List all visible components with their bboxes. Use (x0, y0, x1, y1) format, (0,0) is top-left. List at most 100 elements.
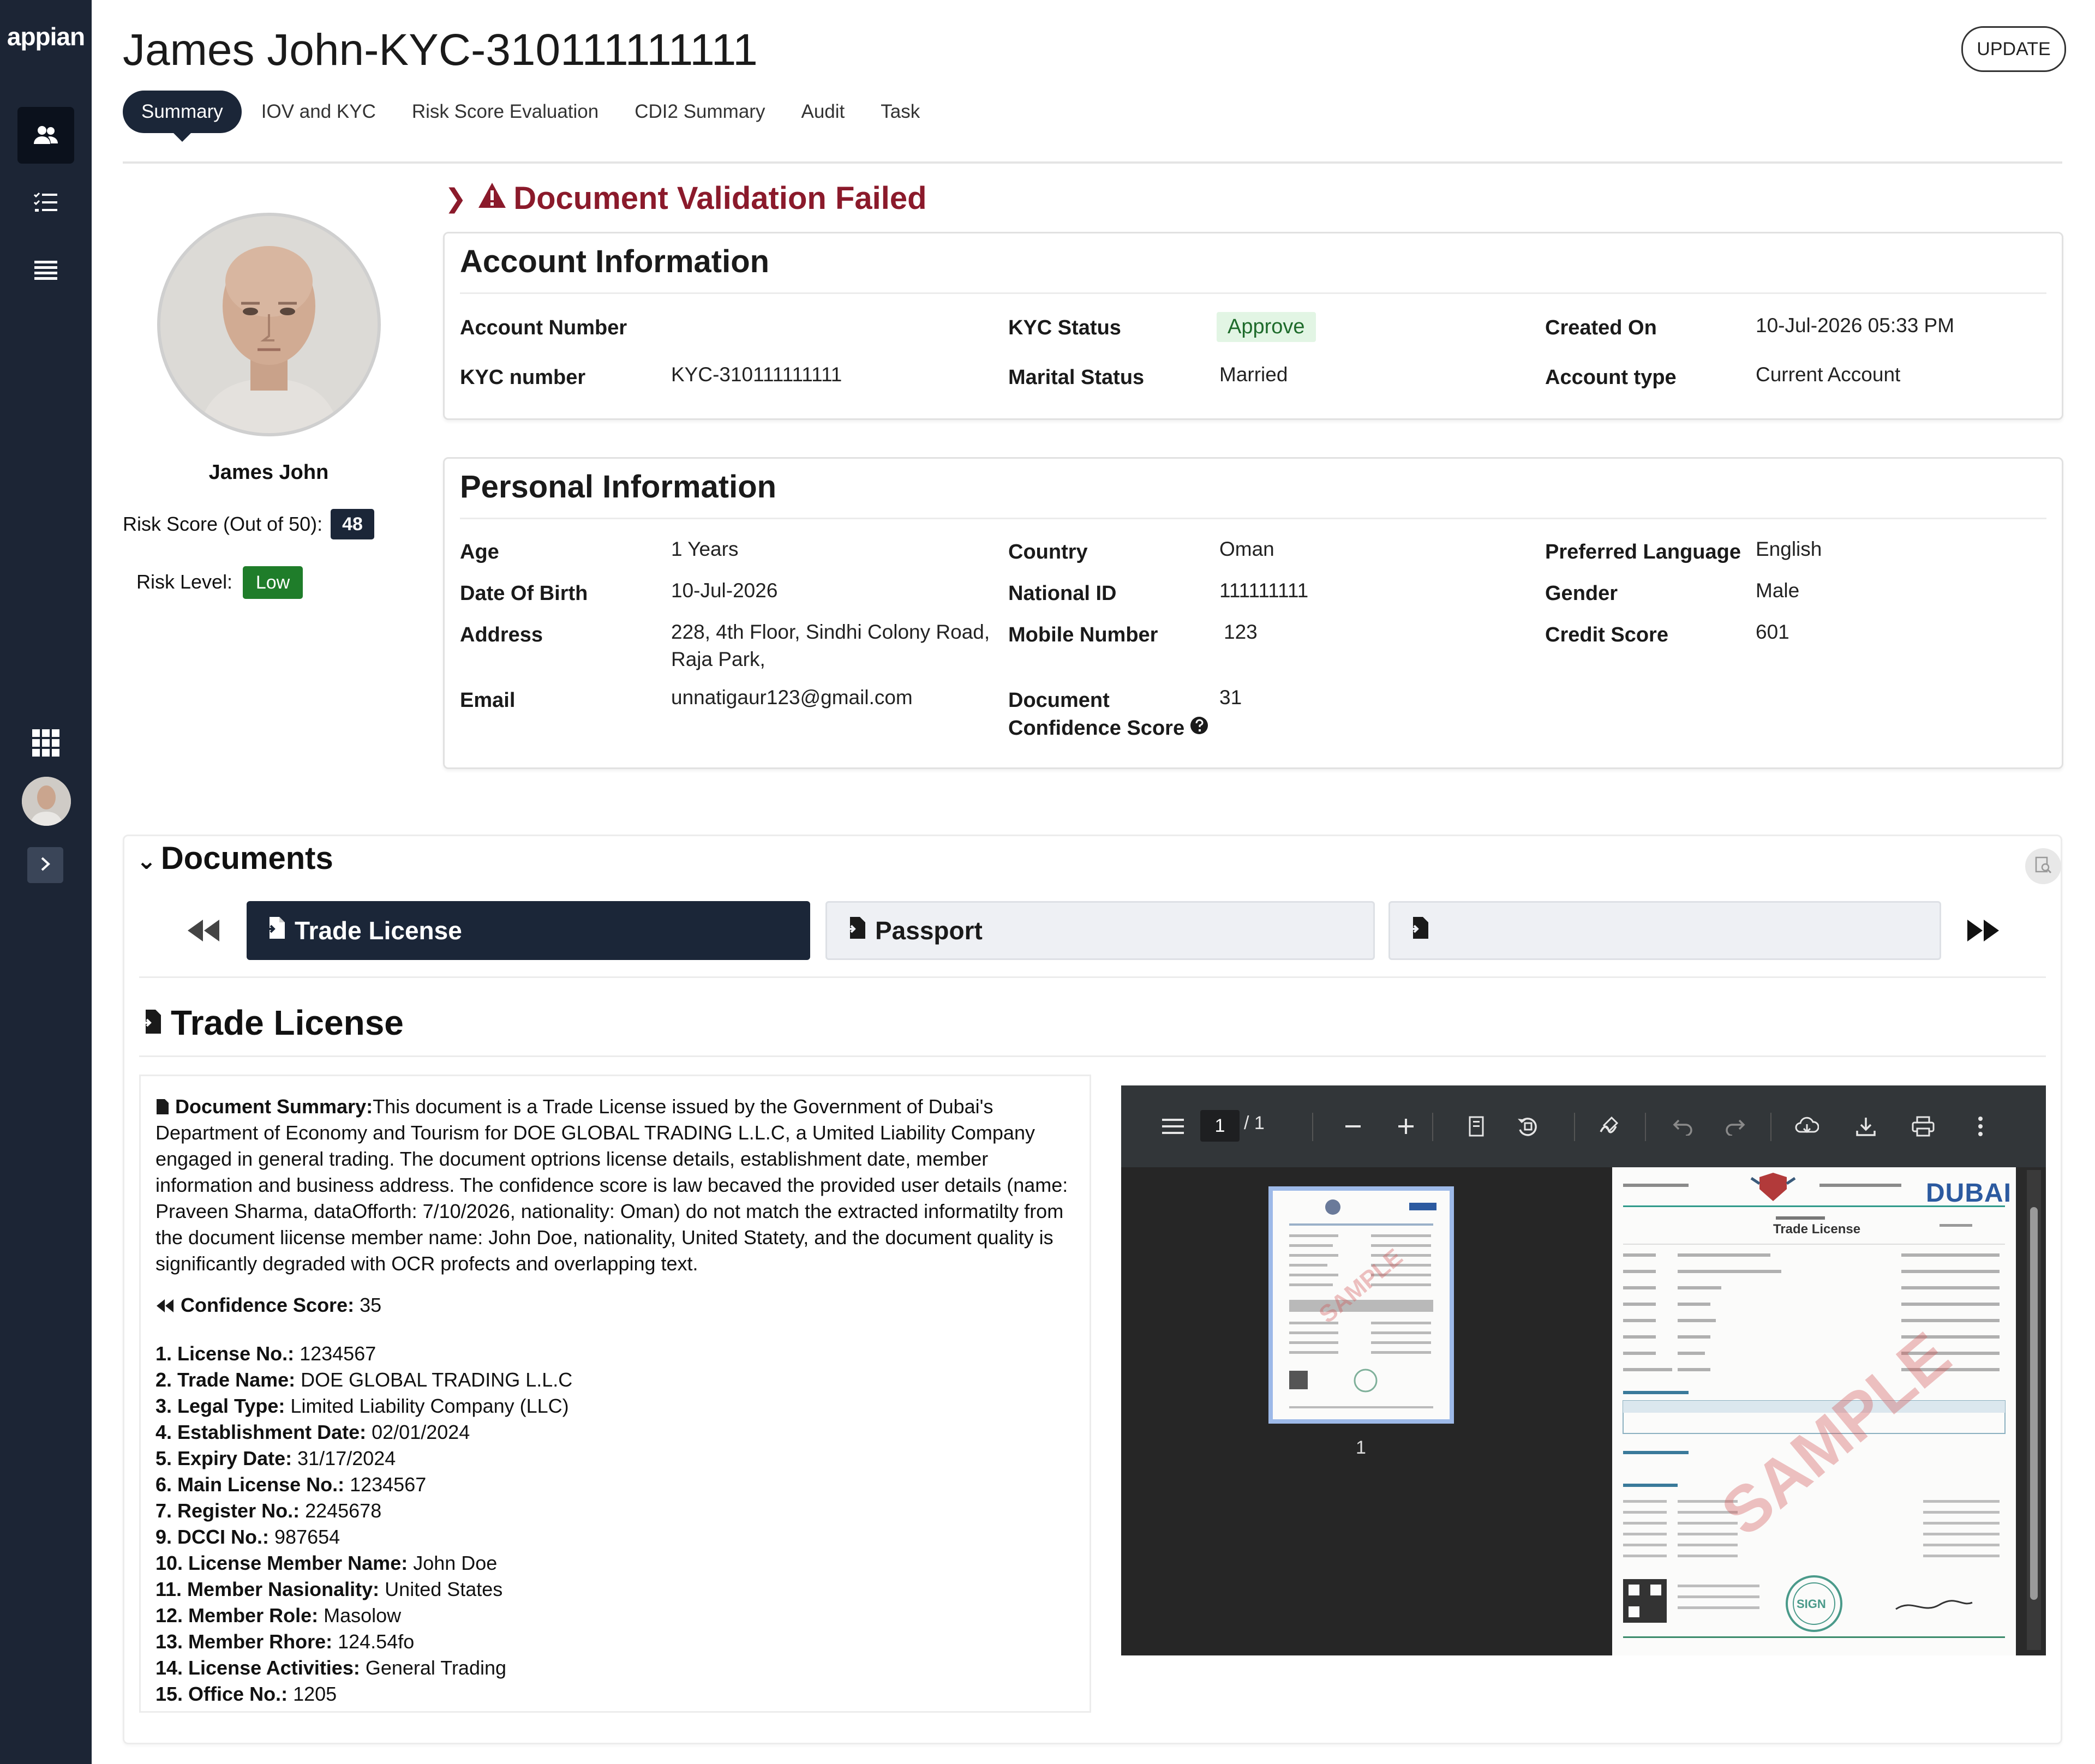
nav-users-button[interactable] (17, 107, 74, 164)
toolbar-separator (1574, 1113, 1575, 1141)
field-label: 6. Main License No.: (155, 1473, 345, 1496)
more-options-icon[interactable] (1967, 1113, 1994, 1140)
mobile-number-value: 123 (1224, 621, 1258, 643)
sidebar-menu-icon[interactable] (1159, 1113, 1187, 1140)
rotate-icon[interactable] (1514, 1113, 1541, 1140)
preferred-language-label: Preferred Language (1545, 541, 1741, 563)
field-value: General Trading (365, 1657, 507, 1679)
page-thumbnail[interactable]: SAMPLE (1268, 1186, 1454, 1424)
tab-risk-score-evaluation[interactable]: Risk Score Evaluation (412, 101, 598, 123)
field-label: 10. License Member Name: (155, 1552, 408, 1574)
dob-value: 10-Jul-2026 (671, 579, 778, 602)
field-label: 15. Office No.: (155, 1683, 288, 1705)
personal-information-title: Personal Information (460, 469, 777, 505)
country-value: Oman (1219, 538, 1274, 560)
national-id-value: 111111111 (1219, 579, 1309, 602)
list-item: 3. Legal Type: Limited Liability Company… (155, 1393, 572, 1419)
list-item: 10. License Member Name: John Doe (155, 1550, 572, 1576)
tab-audit[interactable]: Audit (801, 101, 845, 123)
zoom-out-icon[interactable] (1339, 1113, 1367, 1140)
doc-tab-unnamed[interactable] (1388, 901, 1941, 960)
user-avatar[interactable] (22, 777, 71, 826)
field-value: 02/01/2024 (372, 1421, 470, 1443)
pdf-toolbar: 1 / 1 (1121, 1085, 2046, 1167)
account-information-title: Account Information (460, 244, 770, 279)
undo-icon[interactable] (1669, 1113, 1697, 1140)
doc-tab-passport[interactable]: Passport (825, 901, 1375, 960)
redo-icon[interactable] (1721, 1113, 1749, 1140)
record-tabs: Summary IOV and KYC Risk Score Evaluatio… (123, 90, 956, 142)
list-item: 13. Member Rhore: 124.54fo (155, 1629, 572, 1655)
toolbar-separator (1645, 1113, 1646, 1141)
risk-level-badge: Low (243, 566, 303, 599)
viewer-scrollbar[interactable] (2027, 1170, 2041, 1650)
tabs-divider (139, 976, 2046, 978)
tab-iov-kyc[interactable]: IOV and KYC (261, 101, 376, 123)
validation-message: Document Validation Failed (513, 181, 927, 216)
document-summary-text: This document is a Trade License issued … (155, 1095, 1068, 1275)
tab-summary[interactable]: Summary (123, 91, 242, 142)
doc-confidence-value: 31 (1219, 686, 1242, 709)
help-icon[interactable] (1190, 716, 1208, 740)
warning-icon (477, 180, 513, 217)
download-icon[interactable] (1852, 1113, 1879, 1140)
update-button[interactable]: UPDATE (1961, 26, 2066, 72)
created-on-value: 10-Jul-2026 05:33 PM (1756, 314, 1955, 337)
document-icon (139, 1003, 171, 1043)
doc-heading: Trade License (1773, 1222, 1861, 1237)
doc-tab-trade-license[interactable]: Trade License (247, 901, 810, 960)
field-label: 5. Expiry Date: (155, 1447, 292, 1469)
field-value: 987654 (274, 1526, 340, 1548)
field-value: 2245678 (305, 1499, 382, 1522)
confidence-score: Confidence Score: 35 (155, 1294, 381, 1317)
grid-icon (32, 729, 59, 757)
field-label: 13. Member Rhore: (155, 1630, 333, 1653)
previous-document-button[interactable] (184, 915, 223, 948)
print-icon[interactable] (1910, 1113, 1937, 1140)
nav-apps-button[interactable] (17, 715, 74, 771)
validation-banner[interactable]: ❯ Document Validation Failed (445, 180, 927, 217)
gender-label: Gender (1545, 582, 1618, 605)
thumbnail-page-number: 1 (1356, 1437, 1366, 1458)
list-item: 6. Main License No.: 1234567 (155, 1472, 572, 1498)
document-summary: Document Summary:This document is a Trad… (155, 1094, 1083, 1277)
left-navigation: appian (0, 0, 92, 1764)
field-label: 12. Member Role: (155, 1604, 319, 1627)
field-value: United States (385, 1578, 503, 1600)
field-value: Limited Liability Company (LLC) (290, 1395, 569, 1417)
documents-header[interactable]: ⌄ Documents (136, 840, 333, 877)
expand-nav-button[interactable] (27, 847, 63, 883)
document-preview-button[interactable] (2025, 848, 2061, 884)
next-document-button[interactable] (1964, 915, 2002, 948)
national-id-label: National ID (1008, 582, 1117, 605)
page-total: / 1 (1244, 1113, 1265, 1133)
kyc-status-badge: Approve (1217, 312, 1316, 342)
list-item: 1. License No.: 1234567 (155, 1341, 572, 1367)
kyc-number-label: KYC number (460, 366, 586, 389)
scrollbar-thumb[interactable] (2030, 1207, 2038, 1600)
field-value: Masolow (324, 1604, 402, 1627)
account-information-card: Account Information Account Number KYC n… (443, 232, 2063, 420)
pdf-viewer: 1 / 1 SAMPLE 1 DUBAI Trade License SAMPL… (1121, 1085, 2046, 1655)
dob-label: Date Of Birth (460, 582, 588, 605)
tab-task[interactable]: Task (881, 101, 920, 123)
mobile-number-label: Mobile Number (1008, 623, 1158, 646)
extracted-fields-list: 1. License No.: 1234567 2. Trade Name: D… (155, 1341, 572, 1707)
tab-cdi2-summary[interactable]: CDI2 Summary (635, 101, 765, 123)
field-value: 1205 (293, 1683, 337, 1705)
nav-list-button[interactable] (17, 242, 74, 299)
zoom-in-icon[interactable] (1392, 1113, 1420, 1140)
list-item: 9. DCCI No.: 987654 (155, 1524, 572, 1550)
page-number-input[interactable]: 1 (1200, 1110, 1240, 1142)
fit-page-icon[interactable] (1463, 1113, 1490, 1140)
nav-tasks-button[interactable] (17, 175, 74, 231)
address-line1: 228, 4th Floor, Sindhi Colony Road, (671, 621, 990, 643)
list-item: 15. Office No.: 1205 (155, 1681, 572, 1707)
confidence-score-value: 35 (360, 1294, 382, 1316)
card-divider (460, 292, 2046, 294)
save-cloud-icon[interactable] (1793, 1113, 1821, 1140)
annotate-icon[interactable] (1596, 1113, 1623, 1140)
appian-logo: appian (7, 22, 85, 51)
country-label: Country (1008, 541, 1088, 563)
field-value: 124.54fo (338, 1630, 415, 1653)
